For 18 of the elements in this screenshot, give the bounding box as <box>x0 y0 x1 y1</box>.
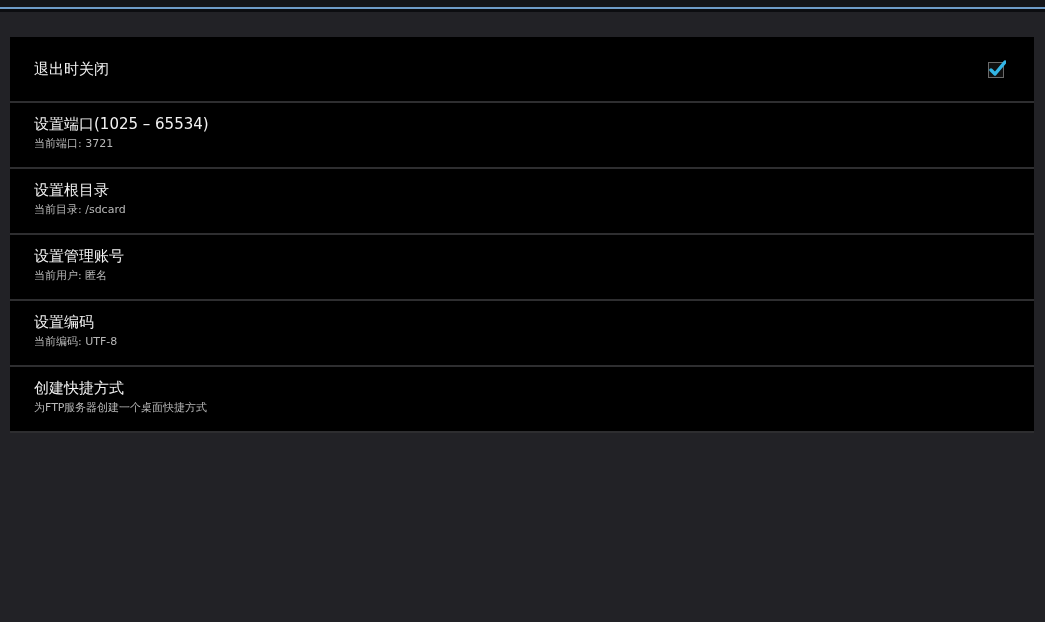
setting-title: 设置端口(1025 – 65534) <box>34 115 210 134</box>
settings-row[interactable]: 设置根目录 当前目录: /sdcard <box>10 169 1034 235</box>
setting-title: 创建快捷方式 <box>34 379 125 398</box>
checkbox[interactable] <box>988 60 1006 78</box>
settings-row[interactable]: 设置管理账号 当前用户: 匿名 <box>10 235 1034 301</box>
setting-title: 设置编码 <box>34 313 95 332</box>
settings-row[interactable]: 创建快捷方式 为FTP服务器创建一个桌面快捷方式 <box>10 367 1034 433</box>
settings-row[interactable]: 设置端口(1025 – 65534) 当前端口: 3721 <box>10 103 1034 169</box>
setting-title: 设置根目录 <box>34 181 110 200</box>
settings-row[interactable]: 退出时关闭 <box>10 37 1034 103</box>
setting-title: 退出时关闭 <box>34 59 109 79</box>
settings-row[interactable]: 设置编码 当前编码: UTF-8 <box>10 301 1034 367</box>
setting-title: 设置管理账号 <box>34 247 125 266</box>
setting-summary: 为FTP服务器创建一个桌面快捷方式 <box>34 401 209 415</box>
setting-summary: 当前端口: 3721 <box>34 137 115 151</box>
setting-summary: 当前用户: 匿名 <box>34 269 109 283</box>
setting-summary: 当前编码: UTF-8 <box>34 335 119 349</box>
setting-summary: 当前目录: /sdcard <box>34 203 127 217</box>
